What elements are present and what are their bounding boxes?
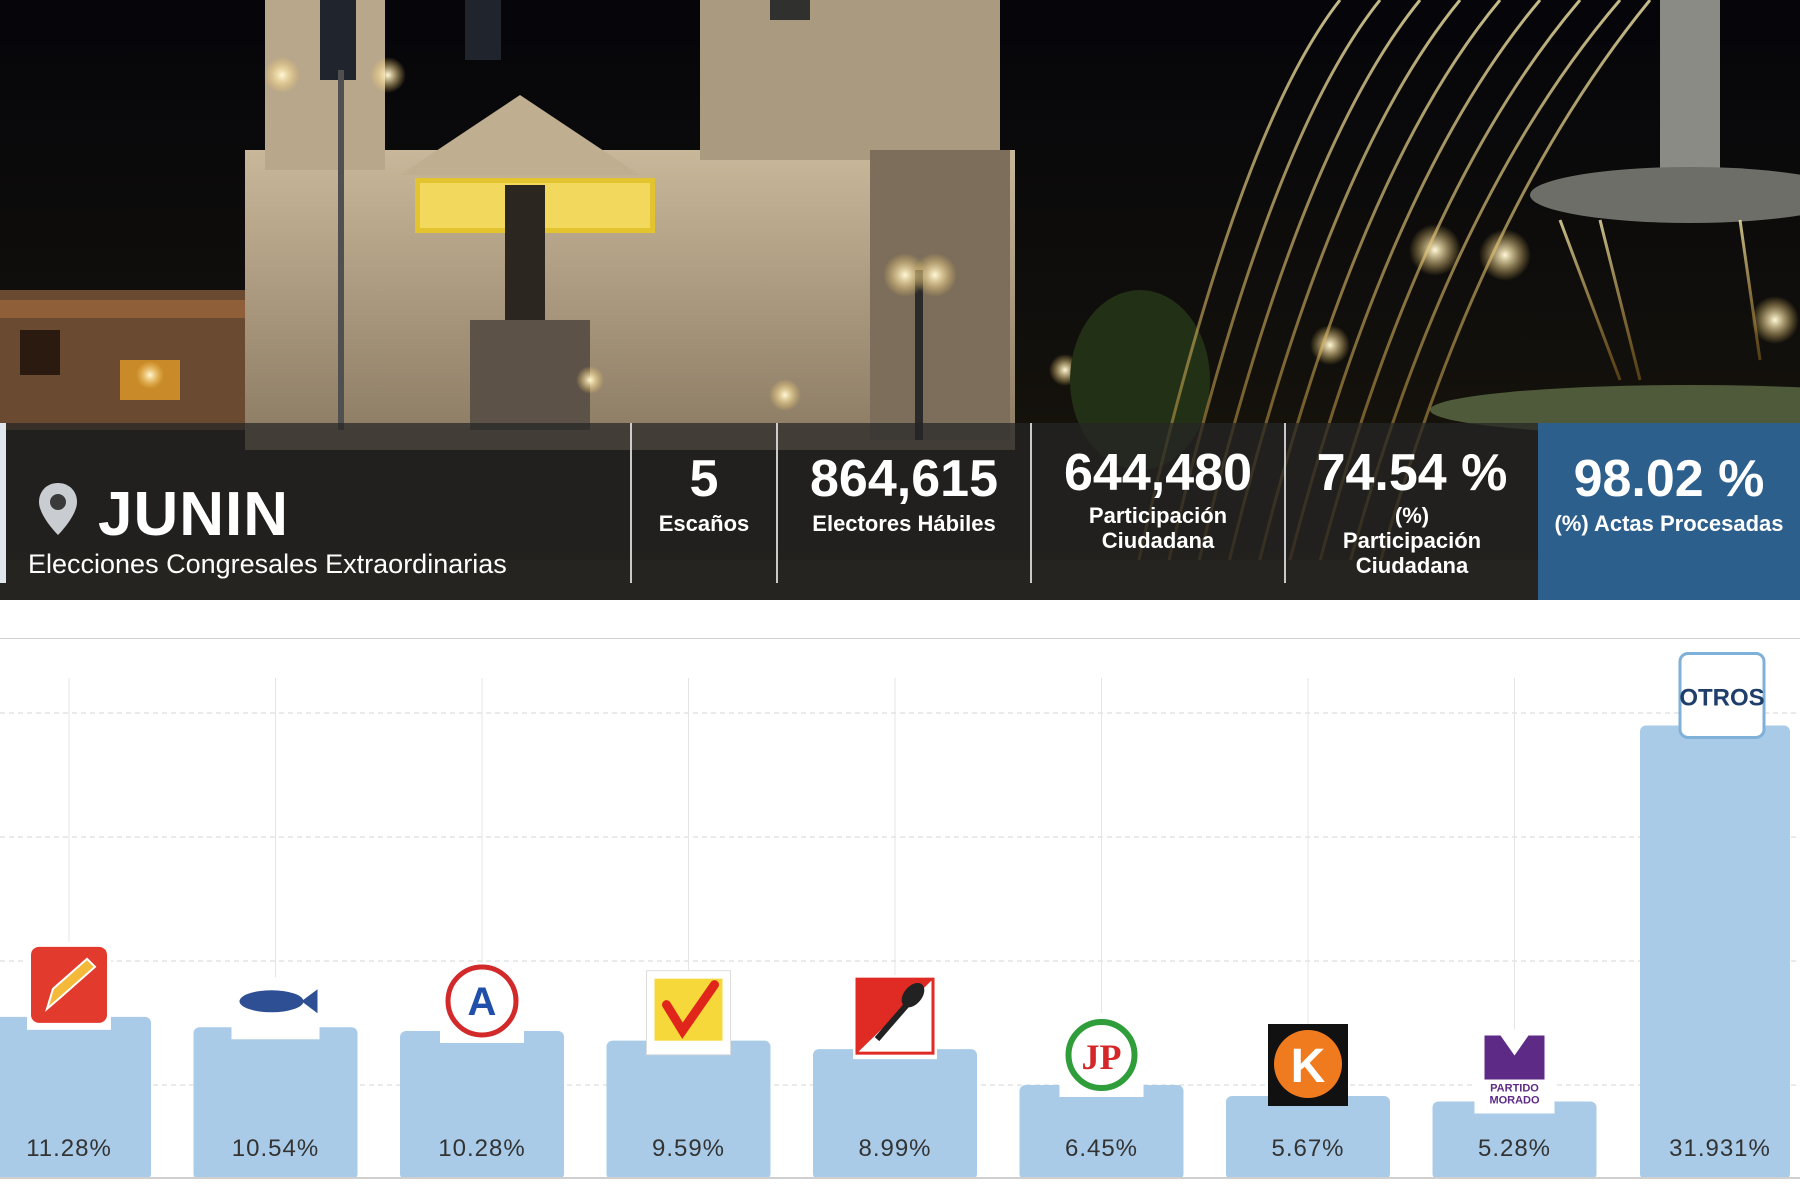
- stats-bar: JUNIN Elecciones Congresales Extraordina…: [0, 423, 1800, 600]
- election-subtitle: Elecciones Congresales Extraordinarias: [28, 549, 507, 579]
- logo-text: OTROS: [1679, 684, 1764, 711]
- fish-logo: [231, 977, 320, 1040]
- chart-baseline: [0, 1177, 1800, 1179]
- stat-value: 644,480: [1064, 444, 1252, 502]
- stat-participacion-pct: 74.54 % (%) Participación Ciudadana: [1286, 423, 1538, 583]
- stat-label: Electores Hábiles: [812, 511, 996, 536]
- stat-participacion: 644,480 Participación Ciudadana: [1032, 423, 1284, 583]
- bar-value-label: 11.28%: [26, 1135, 112, 1162]
- bar-value-label: 9.59%: [652, 1135, 725, 1162]
- bar-value-label: 31.931%: [1669, 1135, 1771, 1162]
- hero-banner: JUNIN Elecciones Congresales Extraordina…: [0, 0, 1800, 600]
- bar-value-label: 10.54%: [232, 1135, 319, 1162]
- jp-logo: JP: [1059, 1012, 1144, 1097]
- stat-label: (%) Participación Ciudadana: [1342, 503, 1482, 578]
- check-logo: [646, 970, 731, 1056]
- stat-escanos: 5 Escaños: [632, 423, 776, 583]
- logo-text: JP: [1082, 1037, 1122, 1077]
- bar: [1640, 725, 1790, 1178]
- results-bar-chart: 11.28% 10.54% 10.28% A 9.59% 8.99% 6.45% JP 5.67…: [0, 638, 1800, 1179]
- stat-label: Participación Ciudadana: [1088, 503, 1228, 553]
- logo-letter: K: [1291, 1040, 1326, 1093]
- bar-value-label: 10.28%: [438, 1135, 525, 1162]
- logo-text: MORADO: [1489, 1094, 1540, 1106]
- stat-actas-procesadas: 98.02 % (%) Actas Procesadas: [1538, 423, 1800, 600]
- region-name: JUNIN: [98, 480, 290, 549]
- bar: [1019, 1084, 1184, 1178]
- stat-electores: 864,615 Electores Hábiles: [778, 423, 1030, 583]
- chart-canvas: 11.28% 10.54% 10.28% A 9.59% 8.99% 6.45% JP 5.67…: [0, 651, 1800, 1178]
- bar-value-label: 8.99%: [858, 1135, 931, 1162]
- bar-value-label: 6.45%: [1065, 1135, 1138, 1162]
- statbar-edge: [0, 423, 6, 583]
- bar-value-label: 5.28%: [1478, 1135, 1551, 1162]
- shovel-logo: [853, 975, 937, 1060]
- bar-value-label: 5.67%: [1271, 1135, 1344, 1162]
- location-pin-icon: [39, 483, 77, 535]
- k-logo: K: [1268, 1023, 1348, 1106]
- pencil-logo: [27, 941, 111, 1030]
- logo-text: PARTIDO: [1490, 1082, 1539, 1094]
- partido-morado-logo: PARTIDOMORADO: [1474, 1029, 1555, 1114]
- stat-label: Escaños: [658, 511, 750, 536]
- stat-value: 74.54 %: [1316, 444, 1508, 502]
- stat-value: 98.02 %: [1573, 450, 1765, 508]
- otros-logo: OTROS: [1678, 651, 1766, 739]
- logo-letter: A: [468, 980, 497, 1024]
- letter-a-logo: A: [440, 962, 524, 1043]
- stat-value: 864,615: [810, 450, 998, 508]
- stat-label: (%) Actas Procesadas: [1554, 511, 1784, 536]
- stat-value: 5: [689, 450, 719, 508]
- fish-body: [239, 990, 304, 1013]
